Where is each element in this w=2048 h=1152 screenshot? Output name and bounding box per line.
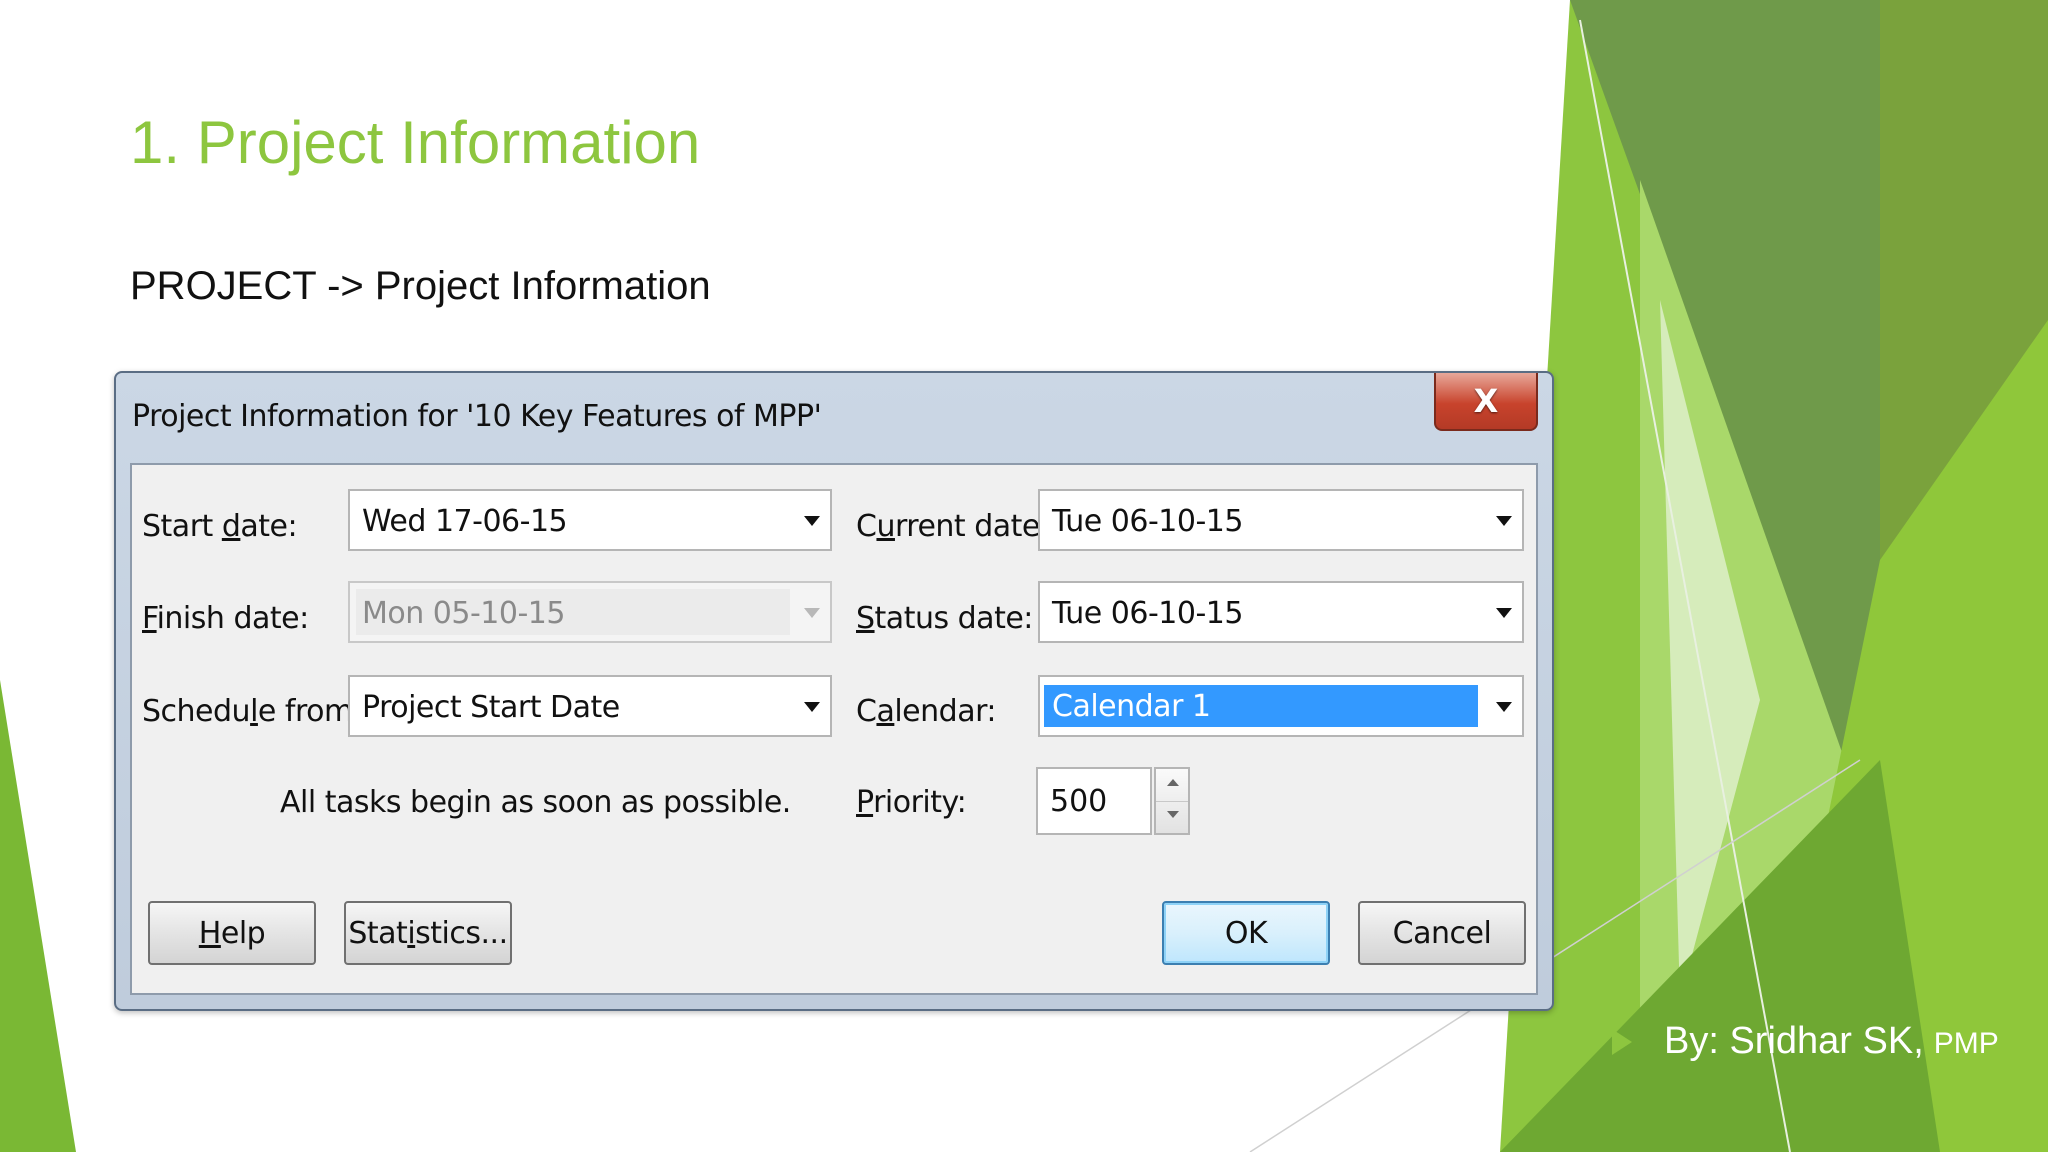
label-part: lendar:: [894, 694, 996, 729]
label-part: tatus date:: [874, 601, 1034, 636]
current-date-dropdown[interactable]: Tue 06-10-15: [1038, 489, 1524, 551]
slide-subtitle: PROJECT -> Project Information: [130, 264, 711, 308]
finish-date-label: Finish date:: [142, 601, 309, 636]
triangle-bullet-icon: [1612, 1029, 1632, 1055]
start-date-value: Wed 17-06-15: [362, 504, 568, 539]
label-accesskey: a: [876, 694, 895, 729]
finish-date-value: Mon 05-10-15: [362, 596, 565, 631]
cancel-button[interactable]: Cancel: [1358, 901, 1526, 965]
byline-suffix: PMP: [1933, 1027, 1999, 1060]
slide-title: 1. Project Information: [130, 109, 701, 176]
help-button[interactable]: Help: [148, 901, 316, 965]
calendar-dropdown[interactable]: Calendar 1: [1038, 675, 1524, 737]
priority-value: 500: [1050, 784, 1108, 819]
label-part: riority:: [873, 785, 967, 820]
priority-label: Priority:: [856, 785, 967, 820]
current-date-label: Current date:: [856, 509, 1050, 544]
label-accesskey: F: [142, 601, 157, 636]
label-part: C: [856, 694, 877, 729]
status-date-label: Status date:: [856, 601, 1033, 636]
statistics-button[interactable]: Stat i stics...: [344, 901, 512, 965]
schedule-note: All tasks begin as soon as possible.: [280, 785, 791, 820]
button-accesskey: i: [407, 915, 416, 951]
label-part: ate:: [240, 509, 298, 544]
dialog-title: Project Information for '10 Key Features…: [132, 399, 822, 434]
label-part: Start: [142, 509, 222, 544]
label-part: Schedu: [142, 694, 251, 729]
label-accesskey: d: [221, 509, 241, 544]
schedule-from-value: Project Start Date: [362, 690, 620, 725]
label-part: e from:: [257, 694, 363, 729]
label-accesskey: P: [856, 785, 874, 820]
finish-date-dropdown: Mon 05-10-15: [348, 581, 832, 643]
ok-button[interactable]: OK: [1162, 901, 1330, 965]
chevron-down-icon[interactable]: [1496, 516, 1512, 526]
current-date-value: Tue 06-10-15: [1052, 504, 1243, 539]
dialog-body: Start date: Wed 17-06-15 Finish date: Mo…: [130, 463, 1538, 995]
calendar-value: Calendar 1: [1052, 689, 1211, 724]
priority-stepper[interactable]: [1154, 767, 1190, 835]
schedule-from-dropdown[interactable]: Project Start Date: [348, 675, 832, 737]
spin-down-icon[interactable]: [1156, 801, 1188, 833]
project-information-dialog: Project Information for '10 Key Features…: [114, 371, 1554, 1011]
label-accesskey: u: [876, 509, 895, 544]
chevron-down-icon[interactable]: [804, 516, 820, 526]
close-button[interactable]: X: [1434, 373, 1538, 431]
status-date-value: Tue 06-10-15: [1052, 596, 1243, 631]
status-date-dropdown[interactable]: Tue 06-10-15: [1038, 581, 1524, 643]
close-icon: X: [1473, 382, 1499, 420]
chevron-down-icon[interactable]: [804, 702, 820, 712]
priority-input[interactable]: 500: [1036, 767, 1152, 835]
button-label: elp: [220, 915, 266, 951]
button-label: stics...: [415, 915, 508, 951]
start-date-dropdown[interactable]: Wed 17-06-15: [348, 489, 832, 551]
chevron-down-icon[interactable]: [1496, 702, 1512, 712]
calendar-label: Calendar:: [856, 694, 996, 729]
byline-text: By: Sridhar SK,: [1664, 1020, 1924, 1062]
label-part: C: [856, 509, 877, 544]
byline: By: Sridhar SK, PMP: [1612, 1020, 1999, 1063]
label-part: rrent date:: [894, 509, 1050, 544]
chevron-down-icon: [804, 608, 820, 618]
start-date-label: Start date:: [142, 509, 298, 544]
calendar-selection-highlight: Calendar 1: [1044, 685, 1478, 727]
schedule-from-label: Schedule from:: [142, 694, 363, 729]
chevron-down-icon[interactable]: [1496, 608, 1512, 618]
spin-up-icon[interactable]: [1156, 769, 1188, 802]
button-label: Stat: [348, 915, 408, 951]
button-accesskey: H: [198, 915, 222, 951]
left-accent-shape: [0, 680, 76, 1152]
label-accesskey: S: [856, 601, 875, 636]
slide: 1. Project Information PROJECT -> Projec…: [0, 0, 2048, 1152]
label-accesskey: l: [250, 694, 258, 729]
label-part: inish date:: [156, 601, 310, 636]
